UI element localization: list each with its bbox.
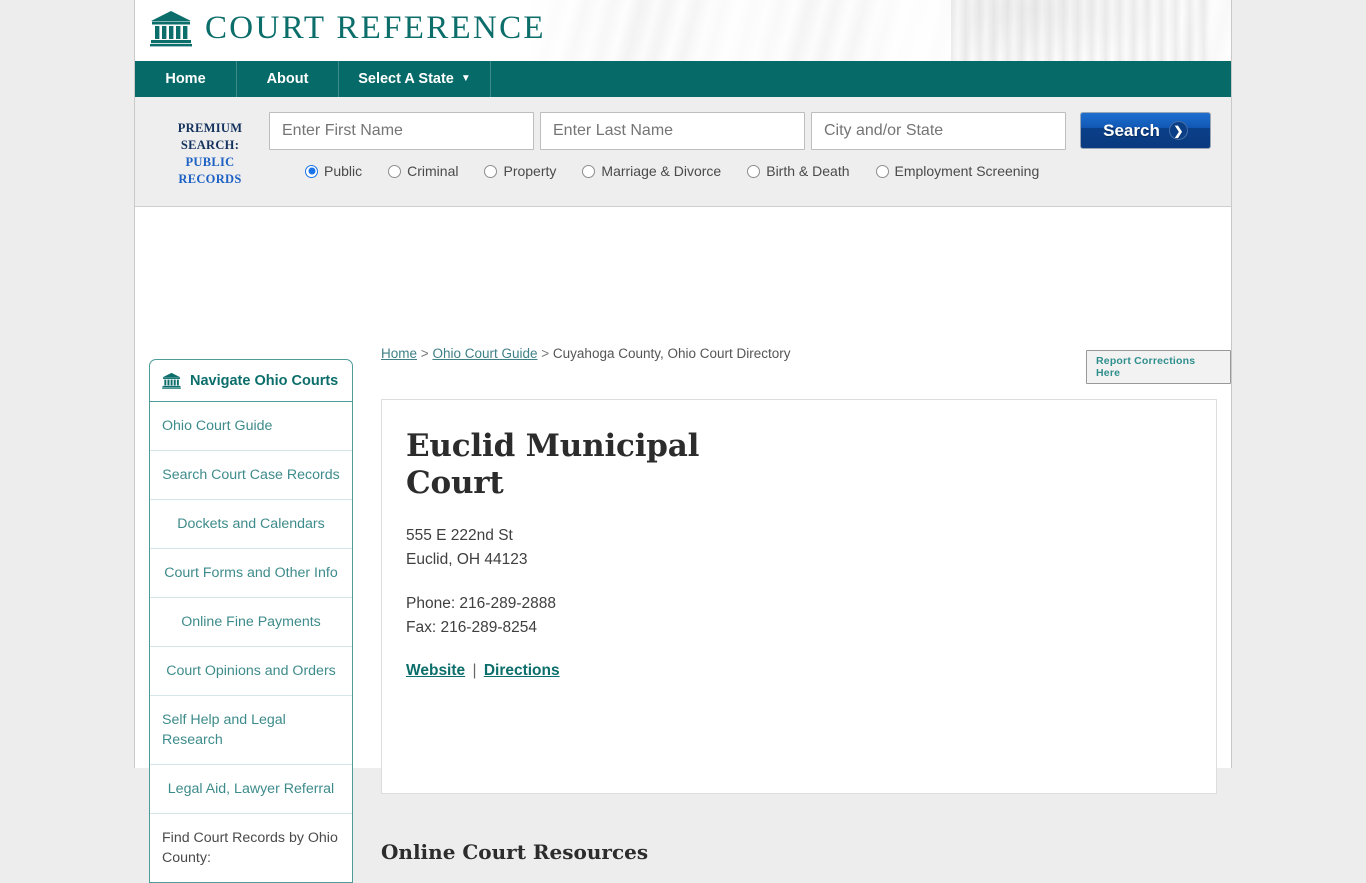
sidebar-item-online-fine-payments[interactable]: Online Fine Payments bbox=[150, 598, 352, 647]
court-links: Website | Directions bbox=[406, 662, 1192, 680]
breadcrumb-separator-2: > bbox=[541, 346, 550, 361]
court-city-state-zip: Euclid, OH 44123 bbox=[406, 551, 528, 568]
nav-item-about-label: About bbox=[266, 71, 309, 87]
chevron-right-icon: ❯ bbox=[1168, 121, 1188, 140]
breadcrumb-separator-1: > bbox=[420, 346, 429, 361]
nav-item-home[interactable]: Home bbox=[135, 61, 237, 97]
radio-criminal-indicator[interactable] bbox=[388, 164, 402, 178]
sidebar-item-find-court-records-by-county: Find Court Records by Ohio County: bbox=[162, 830, 338, 866]
court-contact: Phone: 216-289-2888 Fax: 216-289-8254 bbox=[406, 592, 1192, 640]
radio-birth-death-label: Birth & Death bbox=[766, 163, 850, 179]
sidebar-item-ohio-court-guide[interactable]: Ohio Court Guide bbox=[150, 402, 352, 451]
court-name-heading: Euclid Municipal Court bbox=[406, 428, 700, 501]
court-detail-card: Euclid Municipal Court 555 E 222nd St Eu… bbox=[381, 399, 1217, 794]
main-navigation: Home About Select A State ▼ bbox=[135, 61, 1231, 97]
online-court-resources-heading: Online Court Resources bbox=[381, 840, 649, 864]
radio-option-criminal[interactable]: Criminal bbox=[388, 163, 458, 179]
breadcrumb: Home > Ohio Court Guide > Cuyahoga Count… bbox=[381, 346, 791, 361]
premium-search-bar: PREMIUM SEARCH: PUBLIC RECORDS Search ❯ … bbox=[135, 97, 1231, 207]
sidebar-item-court-forms-and-other-info[interactable]: Court Forms and Other Info bbox=[150, 549, 352, 598]
breadcrumb-link-ohio-court-guide[interactable]: Ohio Court Guide bbox=[432, 346, 537, 361]
premium-search-label: PREMIUM SEARCH: PUBLIC RECORDS bbox=[151, 112, 269, 188]
search-category-radio-group: Public Criminal Property Marriage & Divo… bbox=[269, 163, 1215, 179]
premium-label-line3: PUBLIC bbox=[185, 155, 235, 169]
site-logo[interactable]: COURT REFERENCE bbox=[150, 9, 546, 47]
search-controls: Search ❯ Public Criminal Property bbox=[269, 112, 1215, 179]
radio-marriage-divorce-indicator[interactable] bbox=[582, 164, 596, 178]
nav-item-select-a-state[interactable]: Select A State ▼ bbox=[339, 61, 491, 97]
court-website-link[interactable]: Website bbox=[406, 662, 465, 679]
courthouse-icon bbox=[162, 372, 181, 389]
first-name-input[interactable] bbox=[269, 112, 534, 150]
court-directions-link[interactable]: Directions bbox=[484, 662, 560, 679]
radio-marriage-divorce-label: Marriage & Divorce bbox=[601, 163, 722, 179]
radio-employment-screening-label: Employment Screening bbox=[894, 163, 1040, 179]
radio-option-birth-death[interactable]: Birth & Death bbox=[747, 163, 850, 179]
nav-item-about[interactable]: About bbox=[237, 61, 339, 97]
radio-option-public[interactable]: Public bbox=[305, 163, 362, 179]
court-address: 555 E 222nd St Euclid, OH 44123 bbox=[406, 524, 1192, 572]
nav-item-select-a-state-label: Select A State bbox=[358, 71, 454, 87]
chevron-down-icon: ▼ bbox=[460, 73, 471, 84]
nav-item-home-label: Home bbox=[165, 71, 206, 87]
radio-criminal-label: Criminal bbox=[407, 163, 459, 179]
sidebar-item-self-help-and-legal-research[interactable]: Self Help and Legal Research bbox=[150, 696, 352, 765]
sidebar-item-legal-aid-lawyer-referral[interactable]: Legal Aid, Lawyer Referral bbox=[150, 765, 352, 814]
sidebar-item-search-court-case-records[interactable]: Search Court Case Records bbox=[150, 451, 352, 500]
site-title: COURT REFERENCE bbox=[205, 9, 546, 46]
radio-option-marriage-divorce[interactable]: Marriage & Divorce bbox=[582, 163, 721, 179]
breadcrumb-current: Cuyahoga County, Ohio Court Directory bbox=[552, 346, 791, 361]
radio-option-employment-screening[interactable]: Employment Screening bbox=[875, 163, 1040, 179]
link-divider: | bbox=[472, 662, 477, 679]
masthead: COURT REFERENCE bbox=[135, 0, 1231, 61]
sidebar-header-label: Navigate Ohio Courts bbox=[190, 372, 339, 389]
premium-label-line4: RECORDS bbox=[178, 172, 242, 186]
radio-property-indicator[interactable] bbox=[484, 164, 498, 178]
sidebar-header: Navigate Ohio Courts bbox=[150, 360, 352, 402]
radio-employment-screening-indicator[interactable] bbox=[875, 164, 889, 178]
sidebar-navigate-ohio-courts: Navigate Ohio Courts Ohio Court Guide Se… bbox=[149, 359, 353, 883]
court-street: 555 E 222nd St bbox=[406, 527, 513, 544]
radio-property-label: Property bbox=[503, 163, 557, 179]
city-state-input[interactable] bbox=[811, 112, 1066, 150]
sidebar-item-court-opinions-and-orders[interactable]: Court Opinions and Orders bbox=[150, 647, 352, 696]
search-input-row: Search ❯ bbox=[269, 112, 1215, 150]
sidebar-item-dockets-and-calendars[interactable]: Dockets and Calendars bbox=[150, 500, 352, 549]
marble-columns-banner-image bbox=[531, 0, 1231, 61]
radio-public-label: Public bbox=[324, 163, 363, 179]
search-button-label: Search bbox=[1103, 120, 1160, 140]
page-container: COURT REFERENCE Home About Select A Stat… bbox=[134, 0, 1232, 883]
last-name-input[interactable] bbox=[540, 112, 805, 150]
premium-label-line1: PREMIUM bbox=[177, 121, 243, 135]
radio-birth-death-indicator[interactable] bbox=[747, 164, 761, 178]
court-phone: Phone: 216-289-2888 bbox=[406, 595, 556, 612]
courthouse-icon bbox=[150, 9, 192, 47]
search-button[interactable]: Search ❯ bbox=[1080, 112, 1211, 149]
radio-public-indicator[interactable] bbox=[305, 164, 318, 178]
radio-option-property[interactable]: Property bbox=[484, 163, 556, 179]
report-corrections-button[interactable]: Report Corrections Here bbox=[1086, 350, 1231, 384]
breadcrumb-link-home[interactable]: Home bbox=[381, 346, 417, 361]
premium-label-line2: SEARCH: bbox=[180, 138, 240, 152]
court-fax: Fax: 216-289-8254 bbox=[406, 619, 537, 636]
